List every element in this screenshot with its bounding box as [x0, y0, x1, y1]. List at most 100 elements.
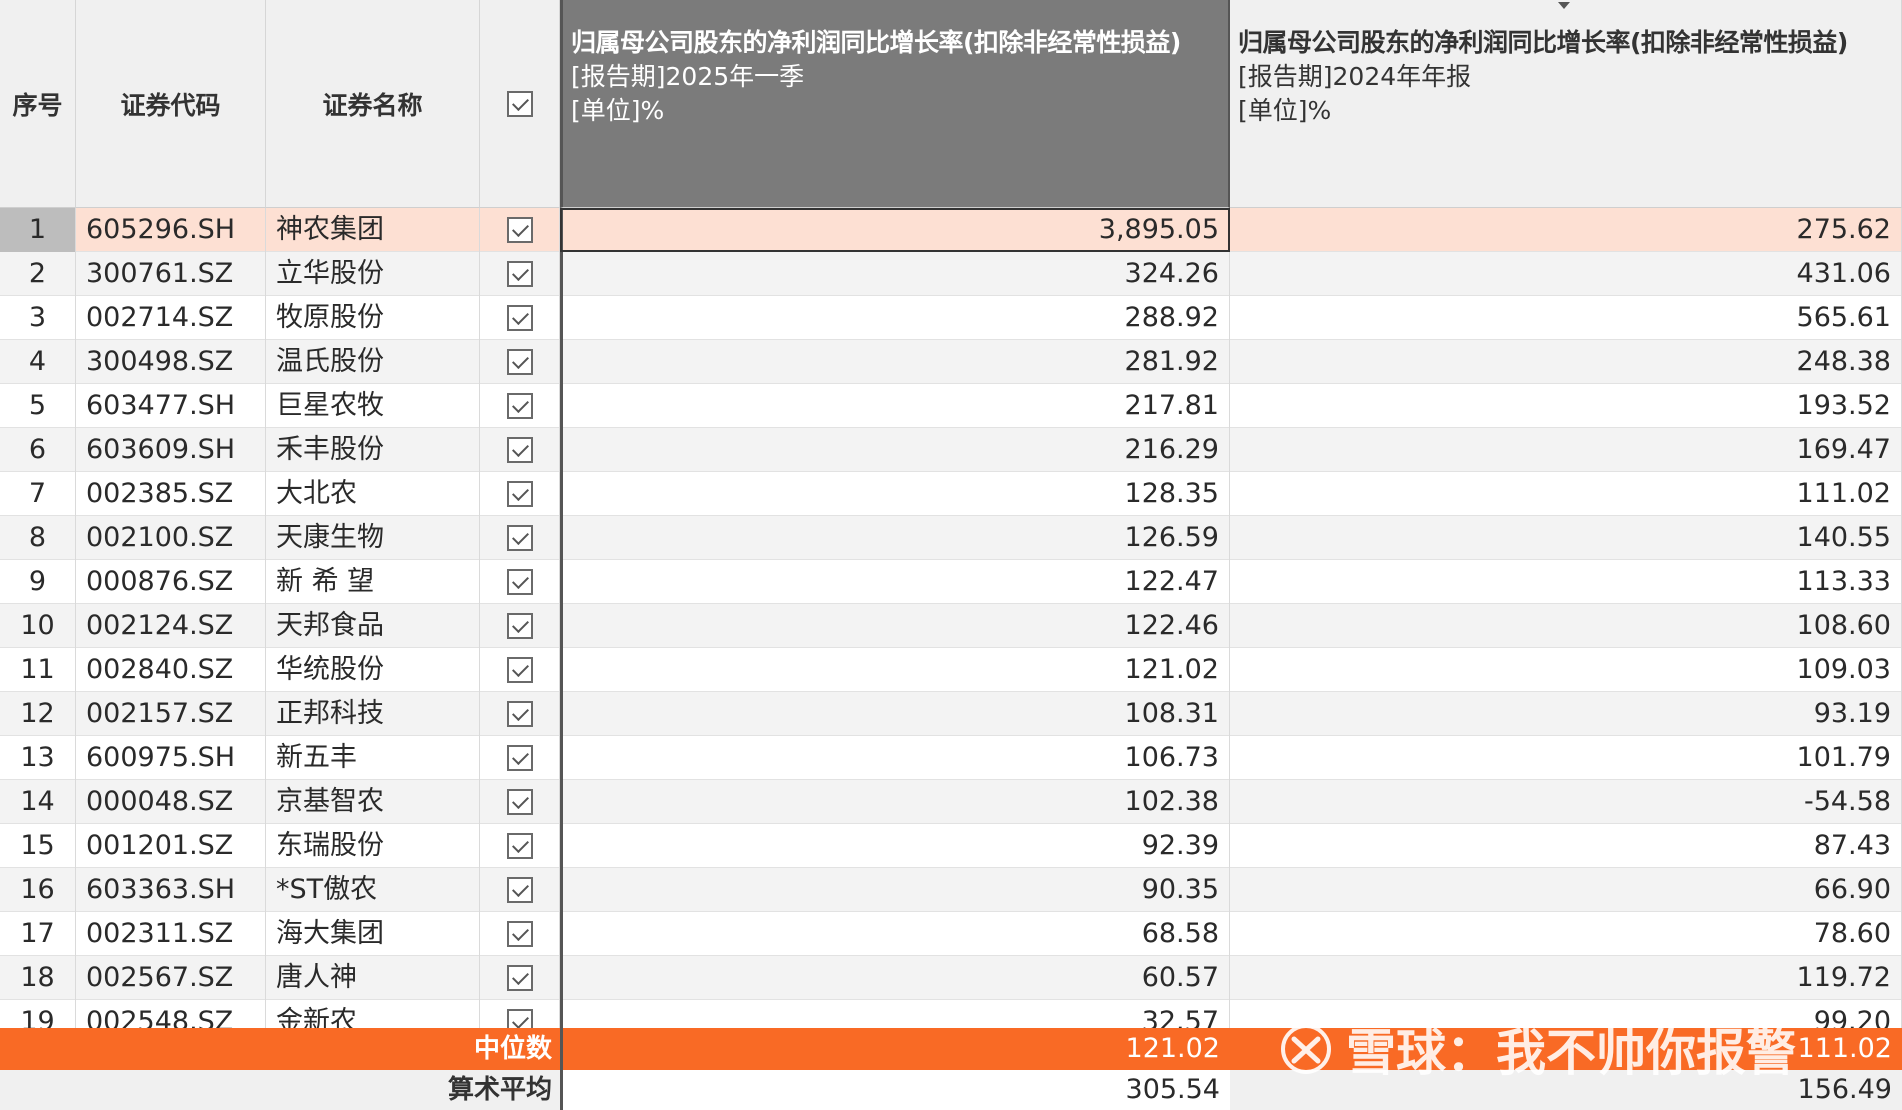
security-code[interactable]: 000876.SZ	[76, 560, 266, 604]
security-name[interactable]: 正邦科技	[266, 692, 480, 736]
security-code[interactable]: 001201.SZ	[76, 824, 266, 868]
security-name[interactable]: 天邦食品	[266, 604, 480, 648]
row-index[interactable]: 6	[0, 428, 76, 472]
value-2024fy[interactable]: 101.79	[1230, 736, 1902, 780]
row-index[interactable]: 15	[0, 824, 76, 868]
security-code[interactable]: 300761.SZ	[76, 252, 266, 296]
checkbox-checked-icon[interactable]	[507, 877, 533, 903]
table-row[interactable]: 3 002714.SZ 牧原股份 288.92 565.61	[0, 296, 1902, 340]
security-code[interactable]: 603609.SH	[76, 428, 266, 472]
value-2024fy[interactable]: 565.61	[1230, 296, 1902, 340]
table-row[interactable]: 6 603609.SH 禾丰股份 216.29 169.47	[0, 428, 1902, 472]
security-code[interactable]: 600975.SH	[76, 736, 266, 780]
table-row[interactable]: 7 002385.SZ 大北农 128.35 111.02	[0, 472, 1902, 516]
security-code[interactable]: 002567.SZ	[76, 956, 266, 1000]
value-2025q1[interactable]: 90.35	[560, 868, 1230, 912]
security-name[interactable]: 金新农	[266, 1000, 480, 1028]
checkbox-checked-icon[interactable]	[507, 789, 533, 815]
value-2024fy[interactable]: 248.38	[1230, 340, 1902, 384]
value-2025q1[interactable]: 128.35	[560, 472, 1230, 516]
value-2024fy[interactable]: 66.90	[1230, 868, 1902, 912]
value-2024fy[interactable]: 431.06	[1230, 252, 1902, 296]
table-row[interactable]: 18 002567.SZ 唐人神 60.57 119.72	[0, 956, 1902, 1000]
security-code[interactable]: 603363.SH	[76, 868, 266, 912]
checkbox-checked-icon[interactable]	[507, 437, 533, 463]
header-select-all[interactable]	[480, 0, 560, 208]
row-index[interactable]: 11	[0, 648, 76, 692]
security-name[interactable]: 唐人神	[266, 956, 480, 1000]
table-row[interactable]: 9 000876.SZ 新 希 望 122.47 113.33	[0, 560, 1902, 604]
security-code[interactable]: 002311.SZ	[76, 912, 266, 956]
table-row[interactable]: 5 603477.SH 巨星农牧 217.81 193.52	[0, 384, 1902, 428]
row-index[interactable]: 2	[0, 252, 76, 296]
security-code[interactable]: 002385.SZ	[76, 472, 266, 516]
checkbox-checked-icon[interactable]	[507, 349, 533, 375]
row-index[interactable]: 14	[0, 780, 76, 824]
header-name[interactable]: 证券名称	[266, 0, 480, 208]
header-col-2024fy[interactable]: 归属母公司股东的净利润同比增长率(扣除非经常性损益) [报告期]2024年年报 …	[1230, 0, 1902, 208]
checkbox-checked-icon[interactable]	[507, 481, 533, 507]
value-2024fy[interactable]: 113.33	[1230, 560, 1902, 604]
checkbox-checked-icon[interactable]	[507, 525, 533, 551]
header-index[interactable]: 序号	[0, 0, 76, 208]
value-2024fy[interactable]: 78.60	[1230, 912, 1902, 956]
security-name[interactable]: 华统股份	[266, 648, 480, 692]
security-name[interactable]: 巨星农牧	[266, 384, 480, 428]
security-code[interactable]: 002840.SZ	[76, 648, 266, 692]
row-index[interactable]: 10	[0, 604, 76, 648]
value-2024fy[interactable]: 193.52	[1230, 384, 1902, 428]
row-index[interactable]: 4	[0, 340, 76, 384]
header-code[interactable]: 证券代码	[76, 0, 266, 208]
checkbox-checked-icon[interactable]	[507, 91, 533, 117]
table-row[interactable]: 2 300761.SZ 立华股份 324.26 431.06	[0, 252, 1902, 296]
table-row[interactable]: 10 002124.SZ 天邦食品 122.46 108.60	[0, 604, 1902, 648]
security-name[interactable]: 立华股份	[266, 252, 480, 296]
security-name[interactable]: *ST傲农	[266, 868, 480, 912]
checkbox-checked-icon[interactable]	[507, 217, 533, 243]
table-row[interactable]: 8 002100.SZ 天康生物 126.59 140.55	[0, 516, 1902, 560]
value-2024fy[interactable]: 109.03	[1230, 648, 1902, 692]
security-name[interactable]: 牧原股份	[266, 296, 480, 340]
table-row[interactable]: 4 300498.SZ 温氏股份 281.92 248.38	[0, 340, 1902, 384]
table-row[interactable]: 16 603363.SH *ST傲农 90.35 66.90	[0, 868, 1902, 912]
security-code[interactable]: 300498.SZ	[76, 340, 266, 384]
security-code[interactable]: 002124.SZ	[76, 604, 266, 648]
value-2024fy[interactable]: 108.60	[1230, 604, 1902, 648]
value-2024fy[interactable]: 169.47	[1230, 428, 1902, 472]
value-2024fy[interactable]: 275.62	[1230, 208, 1902, 252]
row-index[interactable]: 18	[0, 956, 76, 1000]
value-2024fy[interactable]: 111.02	[1230, 472, 1902, 516]
row-index[interactable]: 17	[0, 912, 76, 956]
row-index[interactable]: 9	[0, 560, 76, 604]
value-2025q1[interactable]: 102.38	[560, 780, 1230, 824]
value-2024fy[interactable]: -54.58	[1230, 780, 1902, 824]
checkbox-checked-icon[interactable]	[507, 569, 533, 595]
value-2025q1[interactable]: 216.29	[560, 428, 1230, 472]
checkbox-checked-icon[interactable]	[507, 921, 533, 947]
security-code[interactable]: 002548.SZ	[76, 1000, 266, 1028]
security-code[interactable]: 002100.SZ	[76, 516, 266, 560]
value-2025q1[interactable]: 217.81	[560, 384, 1230, 428]
header-col-2025q1[interactable]: 归属母公司股东的净利润同比增长率(扣除非经常性损益) [报告期]2025年一季 …	[560, 0, 1230, 208]
table-row[interactable]: 12 002157.SZ 正邦科技 108.31 93.19	[0, 692, 1902, 736]
security-code[interactable]: 605296.SH	[76, 208, 266, 252]
security-name[interactable]: 天康生物	[266, 516, 480, 560]
checkbox-checked-icon[interactable]	[507, 393, 533, 419]
checkbox-checked-icon[interactable]	[507, 965, 533, 991]
value-2025q1[interactable]: 281.92	[560, 340, 1230, 384]
checkbox-checked-icon[interactable]	[507, 613, 533, 639]
security-code[interactable]: 002157.SZ	[76, 692, 266, 736]
value-2025q1[interactable]: 3,895.05	[560, 208, 1230, 252]
checkbox-checked-icon[interactable]	[507, 261, 533, 287]
sort-down-icon[interactable]	[1558, 2, 1570, 9]
security-name[interactable]: 禾丰股份	[266, 428, 480, 472]
checkbox-checked-icon[interactable]	[507, 657, 533, 683]
security-code[interactable]: 002714.SZ	[76, 296, 266, 340]
security-code[interactable]: 000048.SZ	[76, 780, 266, 824]
security-name[interactable]: 神农集团	[266, 208, 480, 252]
value-2025q1[interactable]: 60.57	[560, 956, 1230, 1000]
row-index[interactable]: 12	[0, 692, 76, 736]
value-2025q1[interactable]: 288.92	[560, 296, 1230, 340]
security-name[interactable]: 京基智农	[266, 780, 480, 824]
value-2025q1[interactable]: 324.26	[560, 252, 1230, 296]
